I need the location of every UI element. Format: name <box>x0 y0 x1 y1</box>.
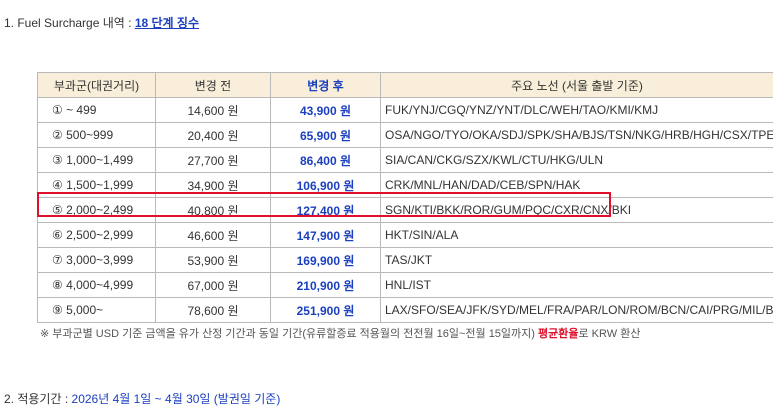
section-2-prefix: 2. 적용기간 : <box>4 392 72 406</box>
note-highlight: 평균환율 <box>538 328 579 340</box>
before-cell: 20,400 원 <box>155 122 271 148</box>
routes-cell: SGN/KTI/BKK/ROR/GUM/PQC/CXR/CNX/BKI <box>380 197 773 223</box>
note-text-end: 로 KRW 환산 <box>578 328 641 340</box>
table-row-highlighted: ⑤ 2,000~2,499 40,800 원 127,400 원 SGN/KTI… <box>37 197 773 223</box>
routes-cell: HNL/IST <box>380 272 773 298</box>
table-row: ③ 1,000~1,499 27,700 원 86,400 원 SIA/CAN/… <box>37 147 773 173</box>
after-cell: 169,900 원 <box>270 247 381 273</box>
routes-cell: CRK/MNL/HAN/DAD/CEB/SPN/HAK <box>380 172 773 198</box>
before-cell: 67,000 원 <box>155 272 271 298</box>
band-cell: ③ 1,000~1,499 <box>37 147 156 173</box>
table-row: ⑧ 4,000~4,999 67,000 원 210,900 원 HNL/IST <box>37 272 773 298</box>
before-cell: 53,900 원 <box>155 247 271 273</box>
band-cell: ⑨ 5,000~ <box>37 297 156 323</box>
before-cell: 46,600 원 <box>155 222 271 248</box>
section-1-prefix: 1. Fuel Surcharge 내역 : <box>4 16 135 30</box>
band-cell: ④ 1,500~1,999 <box>37 172 156 198</box>
after-cell: 106,900 원 <box>270 172 381 198</box>
after-cell: 86,400 원 <box>270 147 381 173</box>
before-cell: 27,700 원 <box>155 147 271 173</box>
table-row: ④ 1,500~1,999 34,900 원 106,900 원 CRK/MNL… <box>37 172 773 198</box>
after-cell: 65,900 원 <box>270 122 381 148</box>
before-cell: 78,600 원 <box>155 297 271 323</box>
routes-cell: HKT/SIN/ALA <box>380 222 773 248</box>
before-cell: 40,800 원 <box>155 197 271 223</box>
routes-cell: FUK/YNJ/CGQ/YNZ/YNT/DLC/WEH/TAO/KMI/KMJ <box>380 97 773 123</box>
table-row: ② 500~999 20,400 원 65,900 원 OSA/NGO/TYO/… <box>37 122 773 148</box>
after-cell: 43,900 원 <box>270 97 381 123</box>
after-cell: 210,900 원 <box>270 272 381 298</box>
routes-cell: TAS/JKT <box>380 247 773 273</box>
application-period: 2026년 4월 1일 ~ 4월 30일 (발권일 기준) <box>71 392 281 406</box>
before-cell: 14,600 원 <box>155 97 271 123</box>
section-2-heading: 2. 적용기간 : 2026년 4월 1일 ~ 4월 30일 (발권일 기준) <box>4 390 280 407</box>
exchange-rate-note: ※ 부과군별 USD 기준 금액을 유가 산정 기간과 동일 기간(유류할증료 … <box>40 325 640 341</box>
table-row: ⑥ 2,500~2,999 46,600 원 147,900 원 HKT/SIN… <box>37 222 773 248</box>
after-cell: 147,900 원 <box>270 222 381 248</box>
header-band: 부과군(대권거리) <box>37 72 156 98</box>
routes-cell: OSA/NGO/TYO/OKA/SDJ/SPK/SHA/BJS/TSN/NKG/… <box>380 122 773 148</box>
after-cell: 127,400 원 <box>270 197 381 223</box>
band-cell: ⑧ 4,000~4,999 <box>37 272 156 298</box>
header-after: 변경 후 <box>270 72 381 98</box>
band-cell: ① ~ 499 <box>37 97 156 123</box>
after-cell: 251,900 원 <box>270 297 381 323</box>
note-text: ※ 부과군별 USD 기준 금액을 유가 산정 기간과 동일 기간(유류할증료 … <box>40 328 539 340</box>
header-before: 변경 전 <box>155 72 271 98</box>
before-cell: 34,900 원 <box>155 172 271 198</box>
band-cell: ⑤ 2,000~2,499 <box>37 197 156 223</box>
header-routes: 주요 노선 (서울 출발 기준) <box>380 72 773 98</box>
table-header-row: 부과군(대권거리) 변경 전 변경 후 주요 노선 (서울 출발 기준) <box>37 72 773 98</box>
section-1-heading: 1. Fuel Surcharge 내역 : 18 단계 징수 <box>4 14 199 31</box>
table-row: ⑨ 5,000~ 78,600 원 251,900 원 LAX/SFO/SEA/… <box>37 297 773 323</box>
band-cell: ② 500~999 <box>37 122 156 148</box>
fuel-surcharge-table: 부과군(대권거리) 변경 전 변경 후 주요 노선 (서울 출발 기준) ① ~… <box>37 72 773 323</box>
table-row: ⑦ 3,000~3,999 53,900 원 169,900 원 TAS/JKT <box>37 247 773 273</box>
band-cell: ⑥ 2,500~2,999 <box>37 222 156 248</box>
band-cell: ⑦ 3,000~3,999 <box>37 247 156 273</box>
routes-cell: SIA/CAN/CKG/SZX/KWL/CTU/HKG/ULN <box>380 147 773 173</box>
routes-cell: LAX/SFO/SEA/JFK/SYD/MEL/FRA/PAR/LON/ROM/… <box>380 297 773 323</box>
table-row: ① ~ 499 14,600 원 43,900 원 FUK/YNJ/CGQ/YN… <box>37 97 773 123</box>
stage-collection-link[interactable]: 18 단계 징수 <box>135 16 199 30</box>
